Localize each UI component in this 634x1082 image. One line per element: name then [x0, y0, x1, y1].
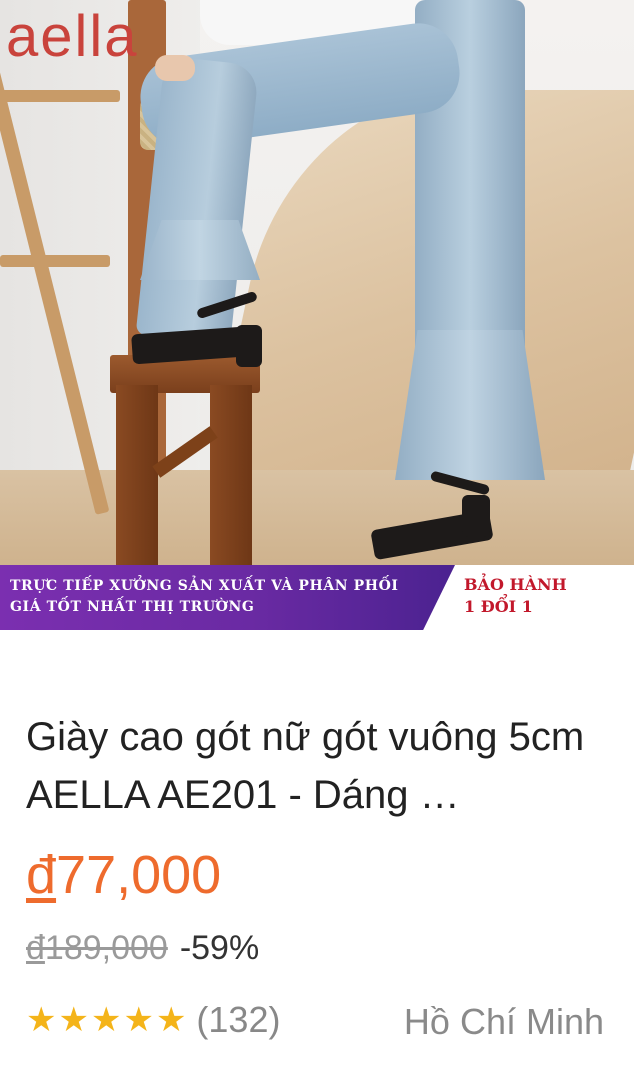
- photo-jeans-flare: [395, 330, 545, 480]
- rating-row: ★ ★ ★ ★ ★ (132): [26, 996, 280, 1044]
- photo-hand: [155, 55, 195, 81]
- stool-leg: [116, 385, 158, 565]
- original-price-value: 189,000: [44, 929, 168, 967]
- star-icon: ★: [26, 1001, 57, 1039]
- banner-line-1: TRỰC TIẾP XƯỞNG SẢN XUẤT VÀ PHÂN PHỐI: [10, 578, 399, 594]
- old-price-row: đ189,000 -59%: [26, 926, 259, 970]
- promo-banner: TRỰC TIẾP XƯỞNG SẢN XUẤT VÀ PHÂN PHỐI GI…: [0, 565, 634, 630]
- rating-count: (132): [196, 999, 281, 1040]
- currency-symbol: đ: [26, 845, 57, 905]
- product-image[interactable]: aella: [0, 0, 634, 630]
- star-icon: ★: [155, 1001, 187, 1039]
- warranty-line-2: 1 ĐỔI 1: [464, 597, 533, 616]
- promo-banner-left: TRỰC TIẾP XƯỞNG SẢN XUẤT VÀ PHÂN PHỐI GI…: [0, 565, 455, 630]
- discount-badge: -59%: [179, 929, 260, 967]
- banner-line-2: GIÁ TỐT NHẤT THỊ TRƯỜNG: [10, 599, 255, 615]
- star-icon: ★: [123, 1001, 154, 1039]
- original-currency-symbol: đ: [26, 929, 45, 967]
- price-value: 77,000: [56, 845, 222, 905]
- star-icon: ★: [90, 1001, 122, 1039]
- product-title[interactable]: Giày cao gót nữ gót vuông 5cm AELLA AE20…: [26, 708, 616, 824]
- product-card[interactable]: aella TRỰC TIẾP XƯỞNG SẢN XUẤT VÀ PHÂN P…: [0, 0, 634, 1082]
- warranty-badge: BẢO HÀNH 1 ĐỔI 1: [464, 574, 567, 618]
- stool-leg: [210, 385, 252, 565]
- photo-ladder-rung: [0, 90, 120, 102]
- star-icon: ★: [58, 1001, 89, 1039]
- brand-logo: aella: [6, 4, 139, 69]
- stool-bar: [152, 426, 218, 478]
- photo-ladder-rung: [0, 255, 110, 267]
- photo-sandal-right-heel: [462, 495, 490, 537]
- original-price: đ189,000: [26, 929, 168, 967]
- photo-sandal-left-heel: [236, 325, 262, 367]
- current-price: đ77,000: [26, 843, 221, 907]
- warranty-line-1: BẢO HÀNH: [464, 575, 567, 594]
- seller-location: Hồ Chí Minh: [403, 1001, 604, 1042]
- photo-stool: [110, 355, 260, 565]
